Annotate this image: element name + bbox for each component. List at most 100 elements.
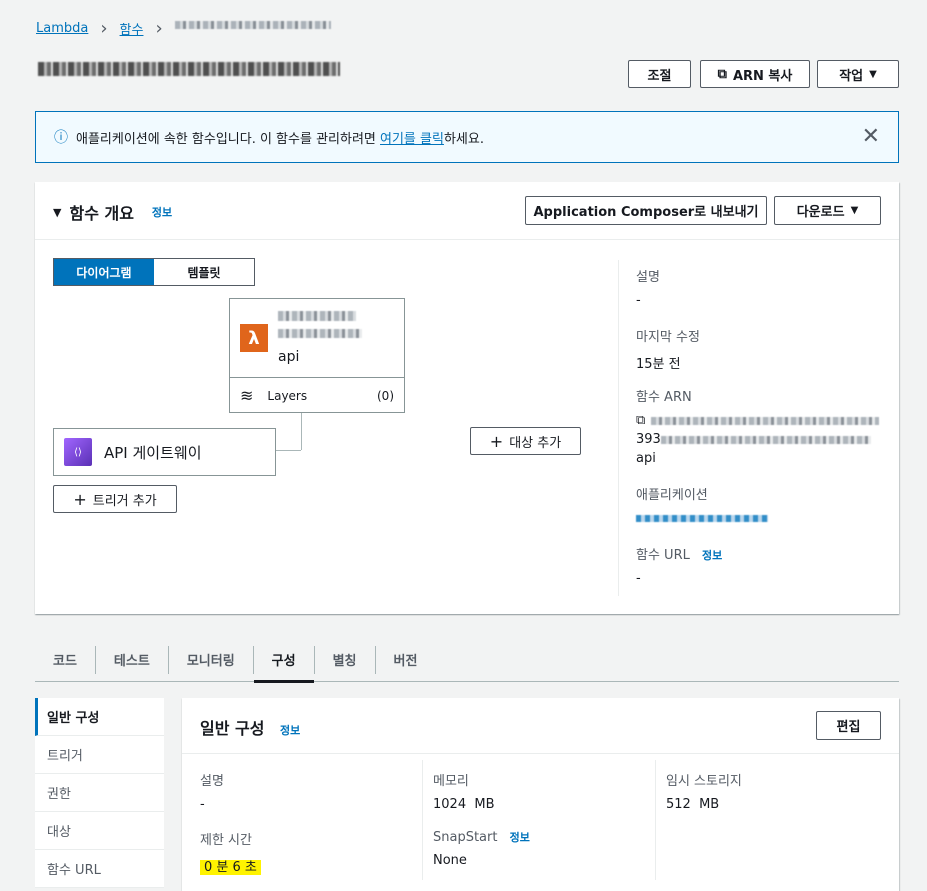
meta-description-value: - [636,293,641,308]
banner-text-before: 애플리케이션에 속한 함수입니다. 이 함수를 관리하려면 [76,131,381,147]
view-toggle: 다이어그램 템플릿 [53,258,255,286]
layers-count: (0) [377,388,394,403]
edit-label: 편집 [836,720,861,735]
meta-url-label-text: 함수 URL [636,548,690,563]
general-config-header: 일반 구성 정보 편집 [182,698,899,754]
meta-application-label: 애플리케이션 [636,488,708,503]
meta-arn-line2: 393 [636,432,879,447]
download-dropdown[interactable]: 다운로드 ▼ [774,196,881,225]
trigger-node-api-gateway[interactable]: ⟨⟩ API 게이트웨이 [53,428,276,476]
add-trigger-button[interactable]: + 트리거 추가 [53,485,177,513]
arn-redacted [651,416,880,425]
divider [618,260,619,596]
caret-down-icon: ▼ [53,205,62,219]
caret-down-icon: ▼ [850,205,859,216]
info-circle-icon: ⓘ [54,130,68,146]
connector-line [301,413,302,450]
config-description-value: - [200,797,205,812]
copy-icon: ⧉ [717,66,727,82]
config-timeout: 제한 시간 0 분 6 초 [200,829,261,875]
meta-function-arn: 함수 ARN ⧉ 393 api [636,386,880,466]
layers-row[interactable]: ≋ Layers (0) [230,377,404,413]
add-trigger-label: 트리거 추가 [92,493,157,509]
tab-code[interactable]: 코드 [35,646,95,674]
copy-icon[interactable]: ⧉ [636,413,645,428]
config-snapstart-info-link[interactable]: 정보 [510,831,530,844]
overview-title-text: 함수 개요 [69,204,134,223]
tab-configuration[interactable]: 구성 [252,645,314,683]
general-config-title-text: 일반 구성 [200,719,265,738]
overview-info-link[interactable]: 정보 [152,204,172,220]
export-composer-label: Application Composer로 내보내기 [533,205,759,220]
nav-item-permissions[interactable]: 권한 [35,774,164,812]
function-node-name-redacted [278,311,356,321]
function-node[interactable]: λ api ≋ Layers (0) [229,298,405,413]
overview-header: ▼ 함수 개요 정보 Application Composer로 내보내기 다운… [35,182,899,240]
caret-down-icon: ▼ [869,68,877,80]
download-label: 다운로드 [796,205,845,220]
overview-title[interactable]: ▼ 함수 개요 정보 [53,200,172,224]
breadcrumb-lambda[interactable]: Lambda [36,21,88,36]
nav-item-function-url[interactable]: 함수 URL [35,850,164,888]
breadcrumb-current-redacted [174,20,331,29]
tab-test[interactable]: 테스트 [94,645,168,674]
application-link-redacted [636,515,768,522]
config-memory-label: 메모리 [433,774,469,789]
config-snapstart-label: SnapStart 정보 [433,829,530,845]
meta-last-modified-value: 15분 전 [636,357,681,372]
meta-arn-line1: ⧉ [636,413,880,428]
function-tabs: 코드 테스트 모니터링 구성 별칭 버전 [35,638,899,683]
config-snapstart-label-text: SnapStart [433,830,498,845]
breadcrumb: Lambda › 함수 › [36,18,331,39]
actions-dropdown[interactable]: 작업 ▼ [817,60,899,88]
throttle-button[interactable]: 조절 [628,60,691,88]
function-overview-panel: ▼ 함수 개요 정보 Application Composer로 내보내기 다운… [35,182,899,614]
meta-description: 설명 - [636,266,660,308]
export-composer-button[interactable]: Application Composer로 내보내기 [525,196,767,225]
nav-item-general[interactable]: 일반 구성 [35,698,164,736]
function-name-redacted [38,62,340,76]
tab-aliases[interactable]: 별칭 [313,645,375,674]
chevron-right-icon: › [100,18,108,39]
layers-label: Layers [267,388,308,403]
meta-application-value[interactable] [636,511,768,526]
close-icon[interactable]: ✕ [862,124,880,149]
config-side-nav: 일반 구성 트리거 권한 대상 함수 URL [35,698,164,888]
banner-link[interactable]: 여기를 클릭 [380,132,444,147]
breadcrumb-functions[interactable]: 함수 [120,19,144,38]
banner-text: 애플리케이션에 속한 함수입니다. 이 함수를 관리하려면 여기를 클릭하세요. [76,128,484,147]
function-node-suffix: api [278,349,300,365]
general-config-info-link[interactable]: 정보 [280,724,300,737]
add-destination-button[interactable]: + 대상 추가 [470,427,581,455]
meta-function-url-value: - [636,571,641,586]
nav-item-destinations[interactable]: 대상 [35,812,164,850]
throttle-label: 조절 [647,68,672,84]
meta-function-url: 함수 URL 정보 - [636,544,722,586]
config-description-label: 설명 [200,774,224,789]
meta-url-info-link[interactable]: 정보 [702,549,722,562]
config-timeout-value: 0 분 6 초 [200,860,261,875]
nav-item-triggers[interactable]: 트리거 [35,736,164,774]
chevron-right-icon: › [155,18,163,39]
divider [422,760,423,880]
config-snapstart: SnapStart 정보 None [433,829,530,868]
template-toggle[interactable]: 템플릿 [154,259,254,285]
info-banner: ⓘ 애플리케이션에 속한 함수입니다. 이 함수를 관리하려면 여기를 클릭하세… [35,111,899,163]
meta-function-url-label: 함수 URL 정보 [636,544,722,563]
plus-icon: + [489,431,504,451]
tab-monitoring[interactable]: 모니터링 [167,645,253,674]
config-timeout-label: 제한 시간 [200,833,252,848]
general-config-panel: 일반 구성 정보 편집 설명 - 메모리 1024 MB 임시 스토리지 512… [182,698,899,891]
copy-arn-label: ARN 복사 [732,68,793,84]
config-ephemeral-storage: 임시 스토리지 512 MB [666,770,742,812]
connector-line [276,450,301,451]
config-snapstart-value: None [433,853,467,868]
divider [655,760,656,880]
config-storage-label: 임시 스토리지 [666,774,742,789]
diagram-toggle[interactable]: 다이어그램 [54,259,154,285]
tab-versions[interactable]: 버전 [374,645,436,674]
copy-arn-button[interactable]: ⧉ ARN 복사 [700,60,810,88]
api-gateway-icon: ⟨⟩ [64,438,92,466]
layers-icon: ≋ [240,386,254,405]
edit-button[interactable]: 편집 [816,711,881,740]
